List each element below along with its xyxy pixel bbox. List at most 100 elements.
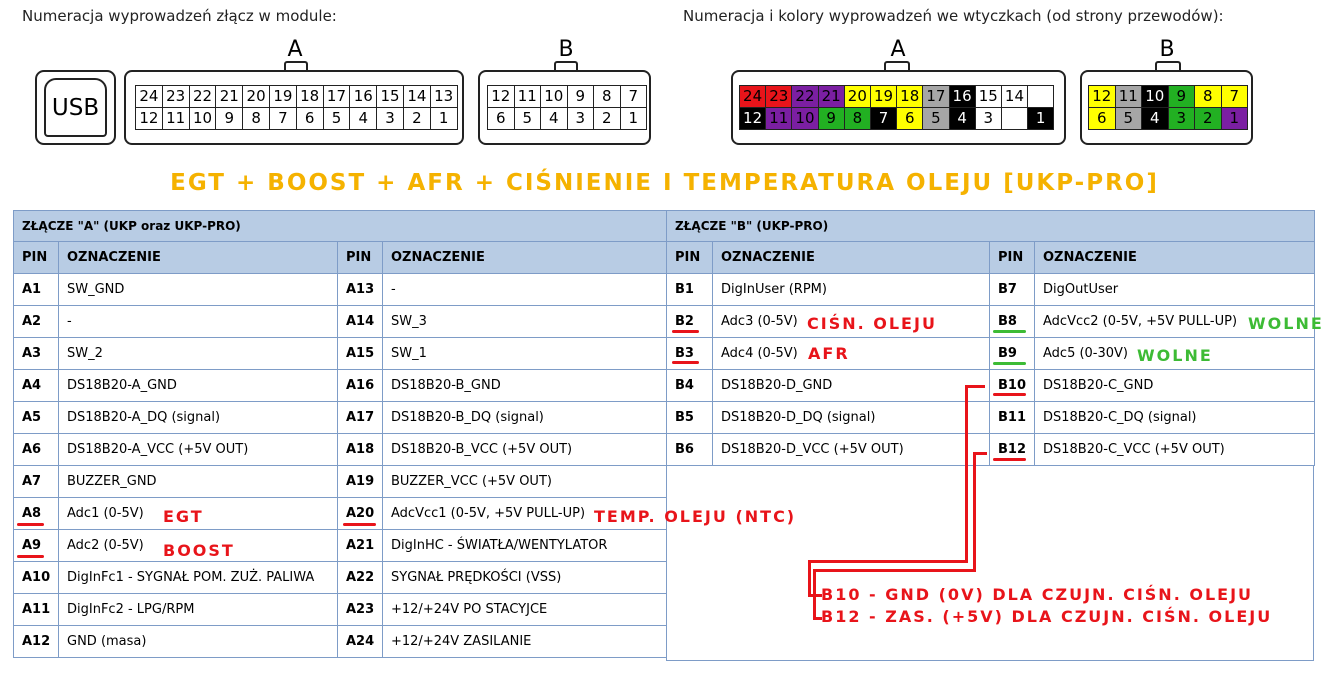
- plug-b-letter: B: [1159, 37, 1175, 62]
- annotation-b12-note: B12 - ZAS. (+5V) DLA CZUJN. CIŚN. OLEJU: [821, 607, 1273, 626]
- column-header-desc: OZNACZENIE: [58, 241, 338, 274]
- pin-id: B4: [666, 369, 713, 402]
- plug-pin-cell: 4: [949, 108, 976, 130]
- plug-pin-cell: 23: [766, 86, 793, 108]
- module-b-pins: 12 11 10 9 8 7 6 5 4 3 2 1: [487, 85, 647, 130]
- pin-id: A11: [13, 593, 59, 626]
- pin-description: SW_2: [58, 337, 338, 370]
- pin-cell: 3: [567, 108, 594, 130]
- b12-wire-end: [813, 617, 822, 620]
- table-row: A5 DS18B20-A_DQ (signal) A17 DS18B20-B_DQ (…: [13, 401, 668, 434]
- pin-id: A13: [337, 273, 383, 306]
- pin-cell: 16: [350, 86, 378, 108]
- pin-cell: 7: [620, 86, 647, 108]
- pin-id: A12: [13, 625, 59, 658]
- pin-description: SYGNAŁ PRĘDKOŚCI (VSS): [381, 561, 668, 594]
- b10-wire-horizontal: [808, 560, 968, 563]
- pin-id: B6: [666, 433, 713, 466]
- pin-id: A3: [13, 337, 59, 370]
- pin-cell: 14: [403, 86, 431, 108]
- pin-cell: 23: [162, 86, 190, 108]
- pin-cell: 11: [162, 108, 190, 130]
- pin-description: DS18B20-D_VCC (+5V OUT): [712, 433, 990, 466]
- plug-pin-cell: 9: [1168, 86, 1195, 108]
- pin-description: DS18B20-D_DQ (signal): [712, 401, 990, 434]
- pin-description: DS18B20-C_DQ (signal): [1033, 401, 1316, 434]
- plug-pin-cell: 20: [844, 86, 871, 108]
- plug-pin-cell: 19: [870, 86, 898, 108]
- b12-wire-top: [973, 452, 987, 455]
- pin-cell: 10: [541, 86, 568, 108]
- pin-id: A21: [337, 529, 383, 562]
- annotation-cisn-oleju: CIŚN. OLEJU: [807, 314, 937, 333]
- pin-id: A1: [13, 273, 59, 306]
- pin-id: A4: [13, 369, 59, 402]
- pin-cell: 8: [594, 86, 621, 108]
- plug-pin-cell: 7: [1221, 86, 1248, 108]
- table-row: A1 SW_GND A13-: [13, 273, 668, 306]
- column-header-desc: OZNACZENIE: [381, 241, 668, 274]
- connector-a-section-header: ZŁĄCZE "A" (UKP oraz UKP-PRO): [12, 210, 668, 242]
- plug-pin-cell: 8: [1195, 86, 1222, 108]
- plug-pin-cell: 8: [844, 108, 871, 130]
- plug-pin-cell: 6: [1089, 108, 1116, 130]
- pin-description: BUZZER_GND: [58, 465, 338, 498]
- pin-description: -: [58, 305, 338, 338]
- pin-description: SW_1: [381, 337, 668, 370]
- underline-b8: [993, 330, 1026, 333]
- table-row: A12 GND (masa) A24 +12/+24V ZASILANIE: [13, 625, 668, 658]
- usb-label: USB: [44, 78, 107, 137]
- pin-description: DigInHC - ŚWIATŁA/WENTYLATOR: [381, 529, 668, 562]
- pin-cell: 3: [377, 108, 404, 130]
- pin-id: A24: [337, 625, 383, 658]
- pin-id: B7: [989, 273, 1035, 306]
- pin-id: A19: [337, 465, 383, 498]
- plug-a-pins: 24 23 22 21 20 19 18 17 16 15 14 12 11 10 9 8 7 6 5 4 3 1: [739, 85, 1055, 130]
- column-header-pin: PIN: [989, 241, 1035, 274]
- table-row: A3 SW_2 A15 SW_1: [13, 337, 668, 370]
- pin-cell: 4: [350, 108, 378, 130]
- pin-description: DS18B20-B_VCC (+5V OUT): [381, 433, 668, 466]
- underline-b10: [993, 393, 1026, 396]
- column-header-pin: PIN: [13, 241, 59, 274]
- plug-pin-cell: [1028, 86, 1055, 108]
- underline-b9: [993, 362, 1026, 365]
- table-row: A10 DigInFc1 - SYGNAŁ POM. ZUŻ. PALIWA A22…: [13, 561, 668, 594]
- pin-cell: 9: [567, 86, 594, 108]
- pin-cell: 10: [189, 108, 217, 130]
- pin-id: B11: [989, 401, 1035, 434]
- pin-id: A14: [337, 305, 383, 338]
- pin-description: DS18B20-A_GND: [58, 369, 338, 402]
- underline-a8: [17, 523, 44, 526]
- plug-pin-cell: 17: [923, 86, 950, 108]
- pin-cell: 11: [514, 86, 541, 108]
- b10-wire-vertical: [965, 385, 968, 562]
- table-row: B1 DigInUser (RPM) B7 DigOutUser: [666, 273, 1316, 306]
- pin-description: DigInFc2 - LPG/RPM: [58, 593, 338, 626]
- pin-description: DS18B20-C_VCC (+5V OUT): [1033, 433, 1316, 466]
- plug-pin-cell: 18: [897, 86, 924, 108]
- plug-pin-cell: 12: [740, 108, 767, 130]
- pin-cell: 20: [243, 86, 270, 108]
- b12-wire-vertical: [973, 452, 976, 571]
- module-b-letter: B: [558, 37, 574, 62]
- plug-pin-cell: 3: [1168, 108, 1195, 130]
- pin-cell: 12: [136, 108, 163, 130]
- plug-pin-cell: 7: [870, 108, 898, 130]
- pin-cell: 6: [488, 108, 515, 130]
- plug-b-pins: 12 11 10 9 8 7 6 5 4 3 2 1: [1088, 85, 1248, 130]
- column-header-pin: PIN: [337, 241, 383, 274]
- plug-pin-cell: 11: [766, 108, 793, 130]
- pin-cell: 1: [620, 108, 647, 130]
- plug-pin-cell: 12: [1089, 86, 1116, 108]
- plug-pin-cell: 5: [923, 108, 950, 130]
- table-row: B5 DS18B20-D_DQ (signal) B11 DS18B20-C_DQ (…: [666, 401, 1316, 434]
- pin-description: DS18B20-B_GND: [381, 369, 668, 402]
- pin-cell: 5: [323, 108, 351, 130]
- pin-cell: 5: [514, 108, 541, 130]
- table-row: B6 DS18B20-D_VCC (+5V OUT) B12 DS18B20-C_VC…: [666, 433, 1316, 466]
- pin-description: BUZZER_VCC (+5V OUT): [381, 465, 668, 498]
- table-row: A6 DS18B20-A_VCC (+5V OUT) A18 DS18B20-B_VC…: [13, 433, 668, 466]
- connector-a-table: ZŁĄCZE "A" (UKP oraz UKP-PRO) PIN OZNACZ…: [12, 210, 668, 658]
- pin-description: DS18B20-D_GND: [712, 369, 990, 402]
